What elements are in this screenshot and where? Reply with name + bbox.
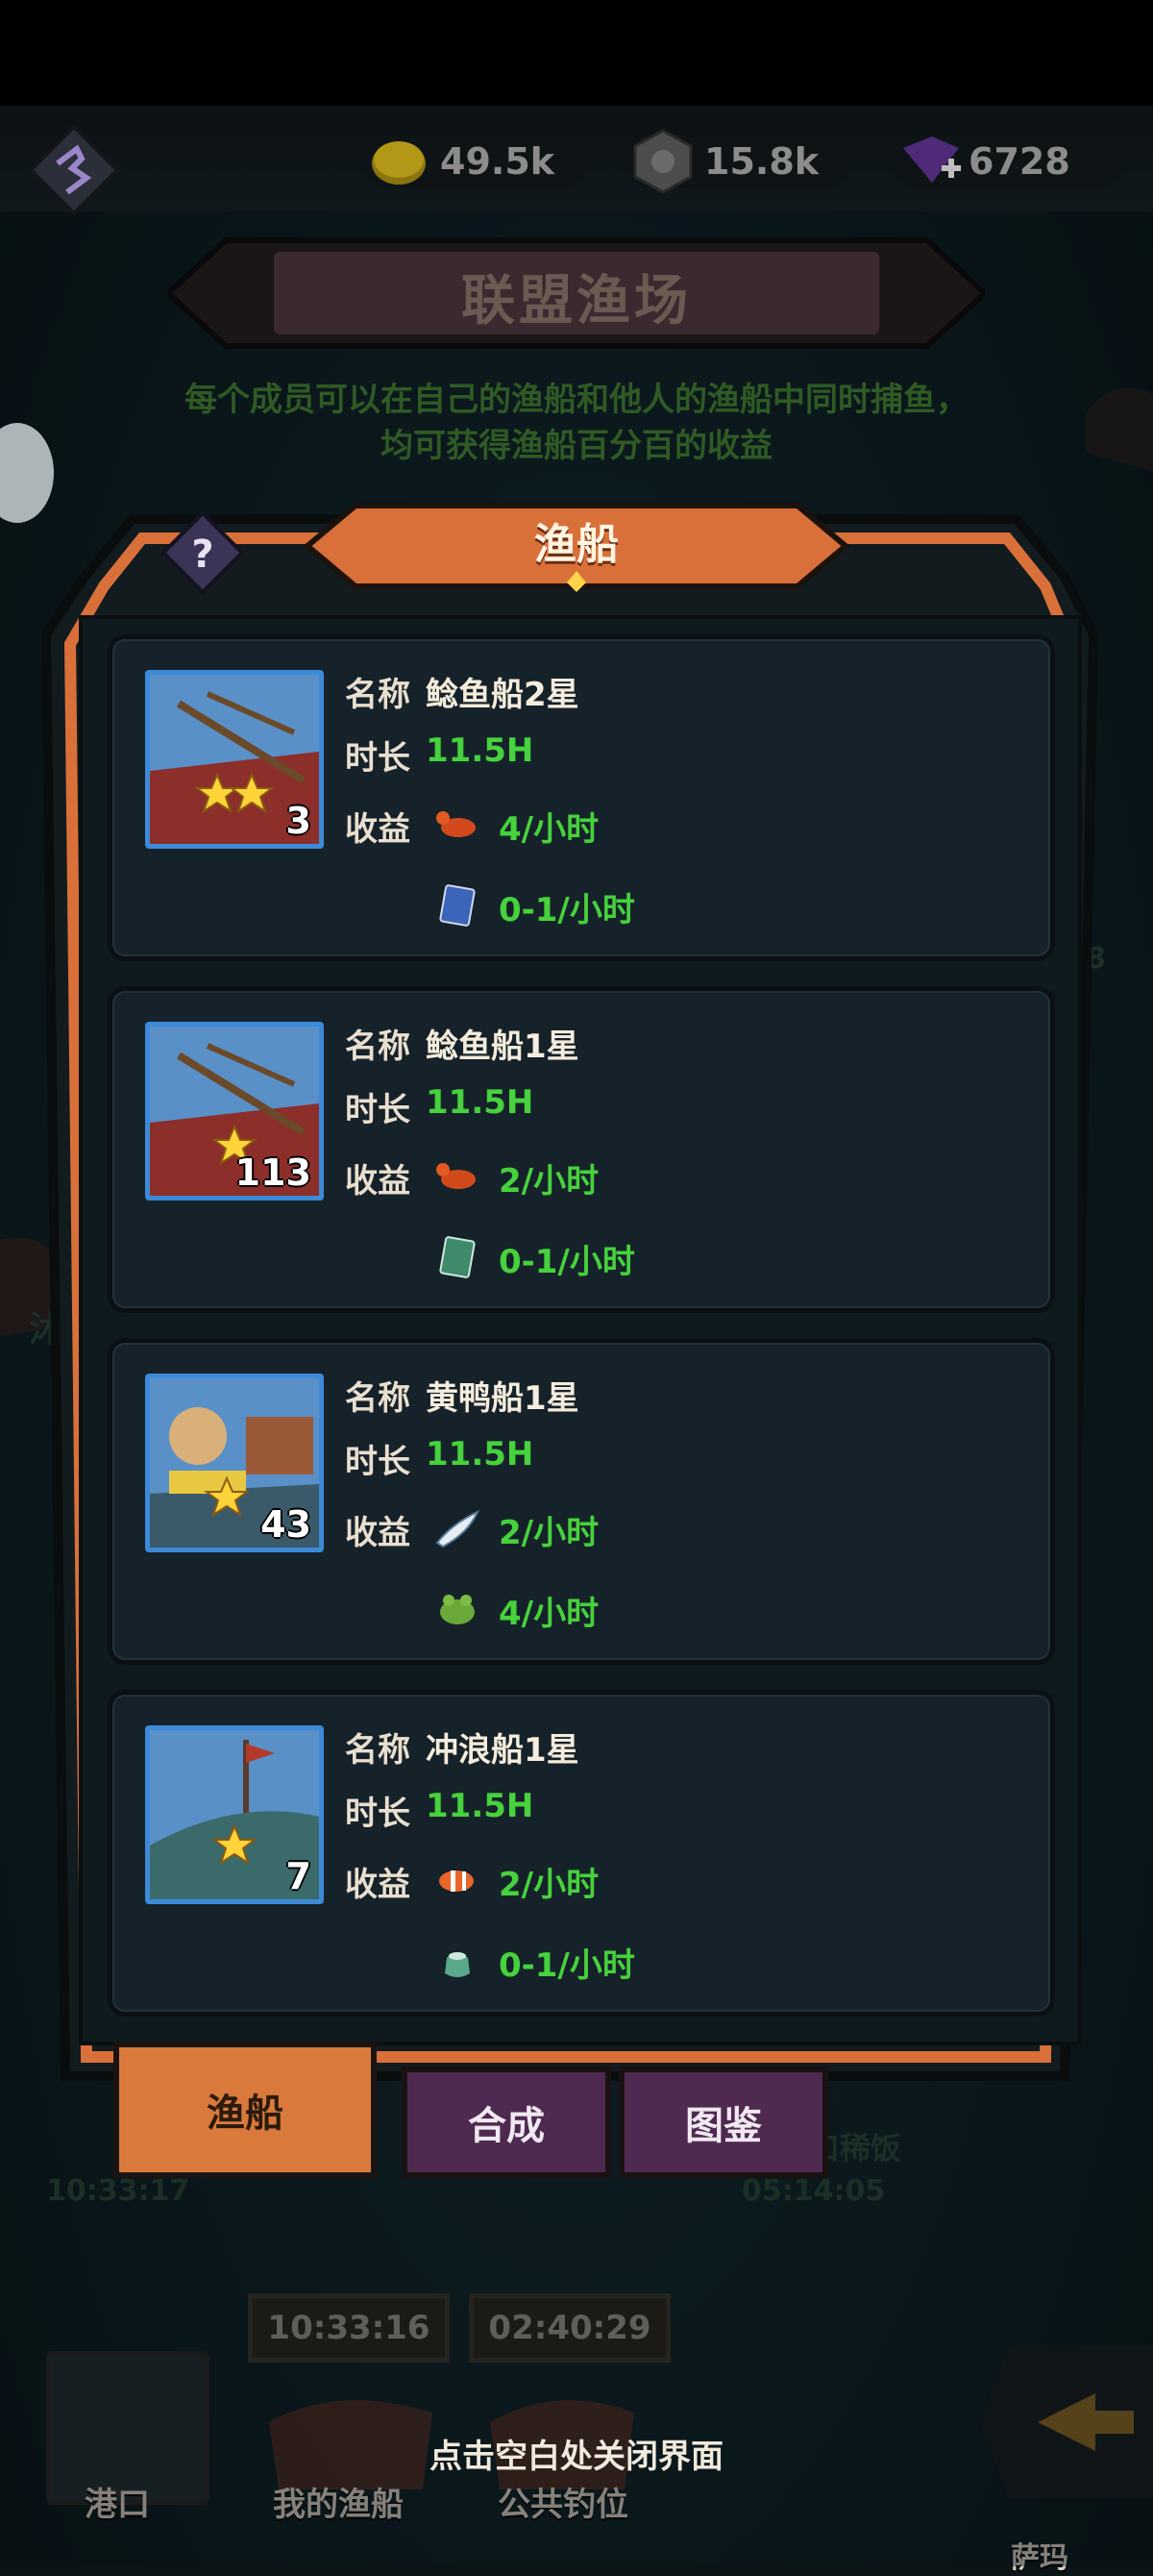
income-value: 0-1/小时 xyxy=(499,891,635,929)
gold-coin-icon xyxy=(372,141,426,185)
dialog-hint: 每个成员可以在自己的渔船和他人的渔船中同时捕鱼，均可获得渔船百分百的收益 xyxy=(184,381,969,465)
tab-fishing-boats[interactable]: 渔船 xyxy=(113,2042,377,2178)
income-value: 2/小时 xyxy=(499,1866,600,1904)
gem-value: 6728 xyxy=(969,140,1070,183)
lobster-icon xyxy=(436,1163,476,1189)
name-label: 名称 xyxy=(345,1028,410,1066)
green-pouch-icon xyxy=(445,1952,470,1977)
boat-count: 3 xyxy=(285,800,311,842)
income-value: 2/小时 xyxy=(499,1514,600,1552)
boat-name: 黄鸭船1星 xyxy=(426,1379,579,1418)
boat-count: 7 xyxy=(285,1855,311,1897)
income-value: 4/小时 xyxy=(499,1595,600,1633)
duration-label: 时长 xyxy=(345,1795,410,1833)
gear-resource: 15.8k xyxy=(629,129,850,194)
lobster-icon xyxy=(436,811,476,837)
boat-card[interactable]: 7 名称 冲浪船1星 时长 11.5H 收益 2/小时 0-1/小时 xyxy=(108,1690,1055,2017)
gold-value: 49.5k xyxy=(440,140,555,183)
income-value: 4/小时 xyxy=(499,810,600,849)
boat-duration: 11.5H xyxy=(426,1083,534,1122)
boat-card[interactable]: 3 名称 鲶鱼船2星 时长 11.5H 收益 4/小时 0-1/小时 xyxy=(108,634,1055,961)
boat-name: 冲浪船1星 xyxy=(426,1731,579,1770)
guild-badge-icon[interactable] xyxy=(29,125,120,216)
gear-value: 15.8k xyxy=(704,140,820,183)
blue-card-icon xyxy=(439,884,476,927)
income-label: 收益 xyxy=(345,1514,410,1552)
dialog-title: 联盟渔场 xyxy=(461,270,692,333)
income-label: 收益 xyxy=(345,1162,410,1201)
name-label: 名称 xyxy=(345,1731,410,1770)
boat-thumbnail: 7 xyxy=(145,1725,324,1904)
purple-gem-icon xyxy=(903,136,961,183)
boat-name: 鲶鱼船1星 xyxy=(426,1028,579,1066)
boat-count: 113 xyxy=(234,1152,311,1194)
boat-thumbnail: 43 xyxy=(145,1374,324,1552)
duration-label: 时长 xyxy=(345,739,410,778)
boat-duration: 11.5H xyxy=(426,1787,534,1825)
boat-name: 鲶鱼船2星 xyxy=(426,676,579,714)
clownfish-icon xyxy=(439,1870,474,1892)
boat-duration: 11.5H xyxy=(426,1435,534,1474)
green-card-icon xyxy=(439,1236,476,1278)
tab-merge[interactable]: 合成 xyxy=(402,2067,611,2178)
duration-label: 时长 xyxy=(345,1091,410,1129)
boat-card[interactable]: 43 名称 黄鸭船1星 时长 11.5H 收益 2/小时 4/小时 xyxy=(108,1338,1055,1665)
income-label: 收益 xyxy=(345,810,410,849)
income-value: 2/小时 xyxy=(499,1162,600,1201)
svg-text:?: ? xyxy=(191,533,213,577)
green-frog-icon xyxy=(440,1595,475,1624)
name-label: 名称 xyxy=(345,676,410,714)
income-value: 0-1/小时 xyxy=(499,1946,635,1985)
gold-resource: 49.5k xyxy=(365,135,586,188)
boat-thumbnail: 3 xyxy=(145,670,324,849)
boat-duration: 11.5H xyxy=(426,731,534,770)
income-label: 收益 xyxy=(345,1866,410,1904)
income-value: 0-1/小时 xyxy=(499,1243,635,1281)
tab-collection[interactable]: 图鉴 xyxy=(619,2067,828,2178)
gem-resource[interactable]: 6728 xyxy=(894,135,1124,188)
duration-label: 时长 xyxy=(345,1443,410,1481)
boat-card[interactable]: 113 名称 鲶鱼船1星 时长 11.5H 收益 2/小时 0-1/小时 xyxy=(108,986,1055,1313)
name-label: 名称 xyxy=(345,1379,410,1418)
help-icon[interactable]: ? xyxy=(159,509,246,596)
gear-cube-icon xyxy=(633,129,693,194)
feather-fish-icon xyxy=(435,1509,480,1548)
close-hint[interactable]: 点击空白处关闭界面 xyxy=(0,2430,1153,2477)
boat-count: 43 xyxy=(260,1503,311,1546)
boat-thumbnail: 113 xyxy=(145,1022,324,1201)
status-bar xyxy=(0,0,1153,106)
